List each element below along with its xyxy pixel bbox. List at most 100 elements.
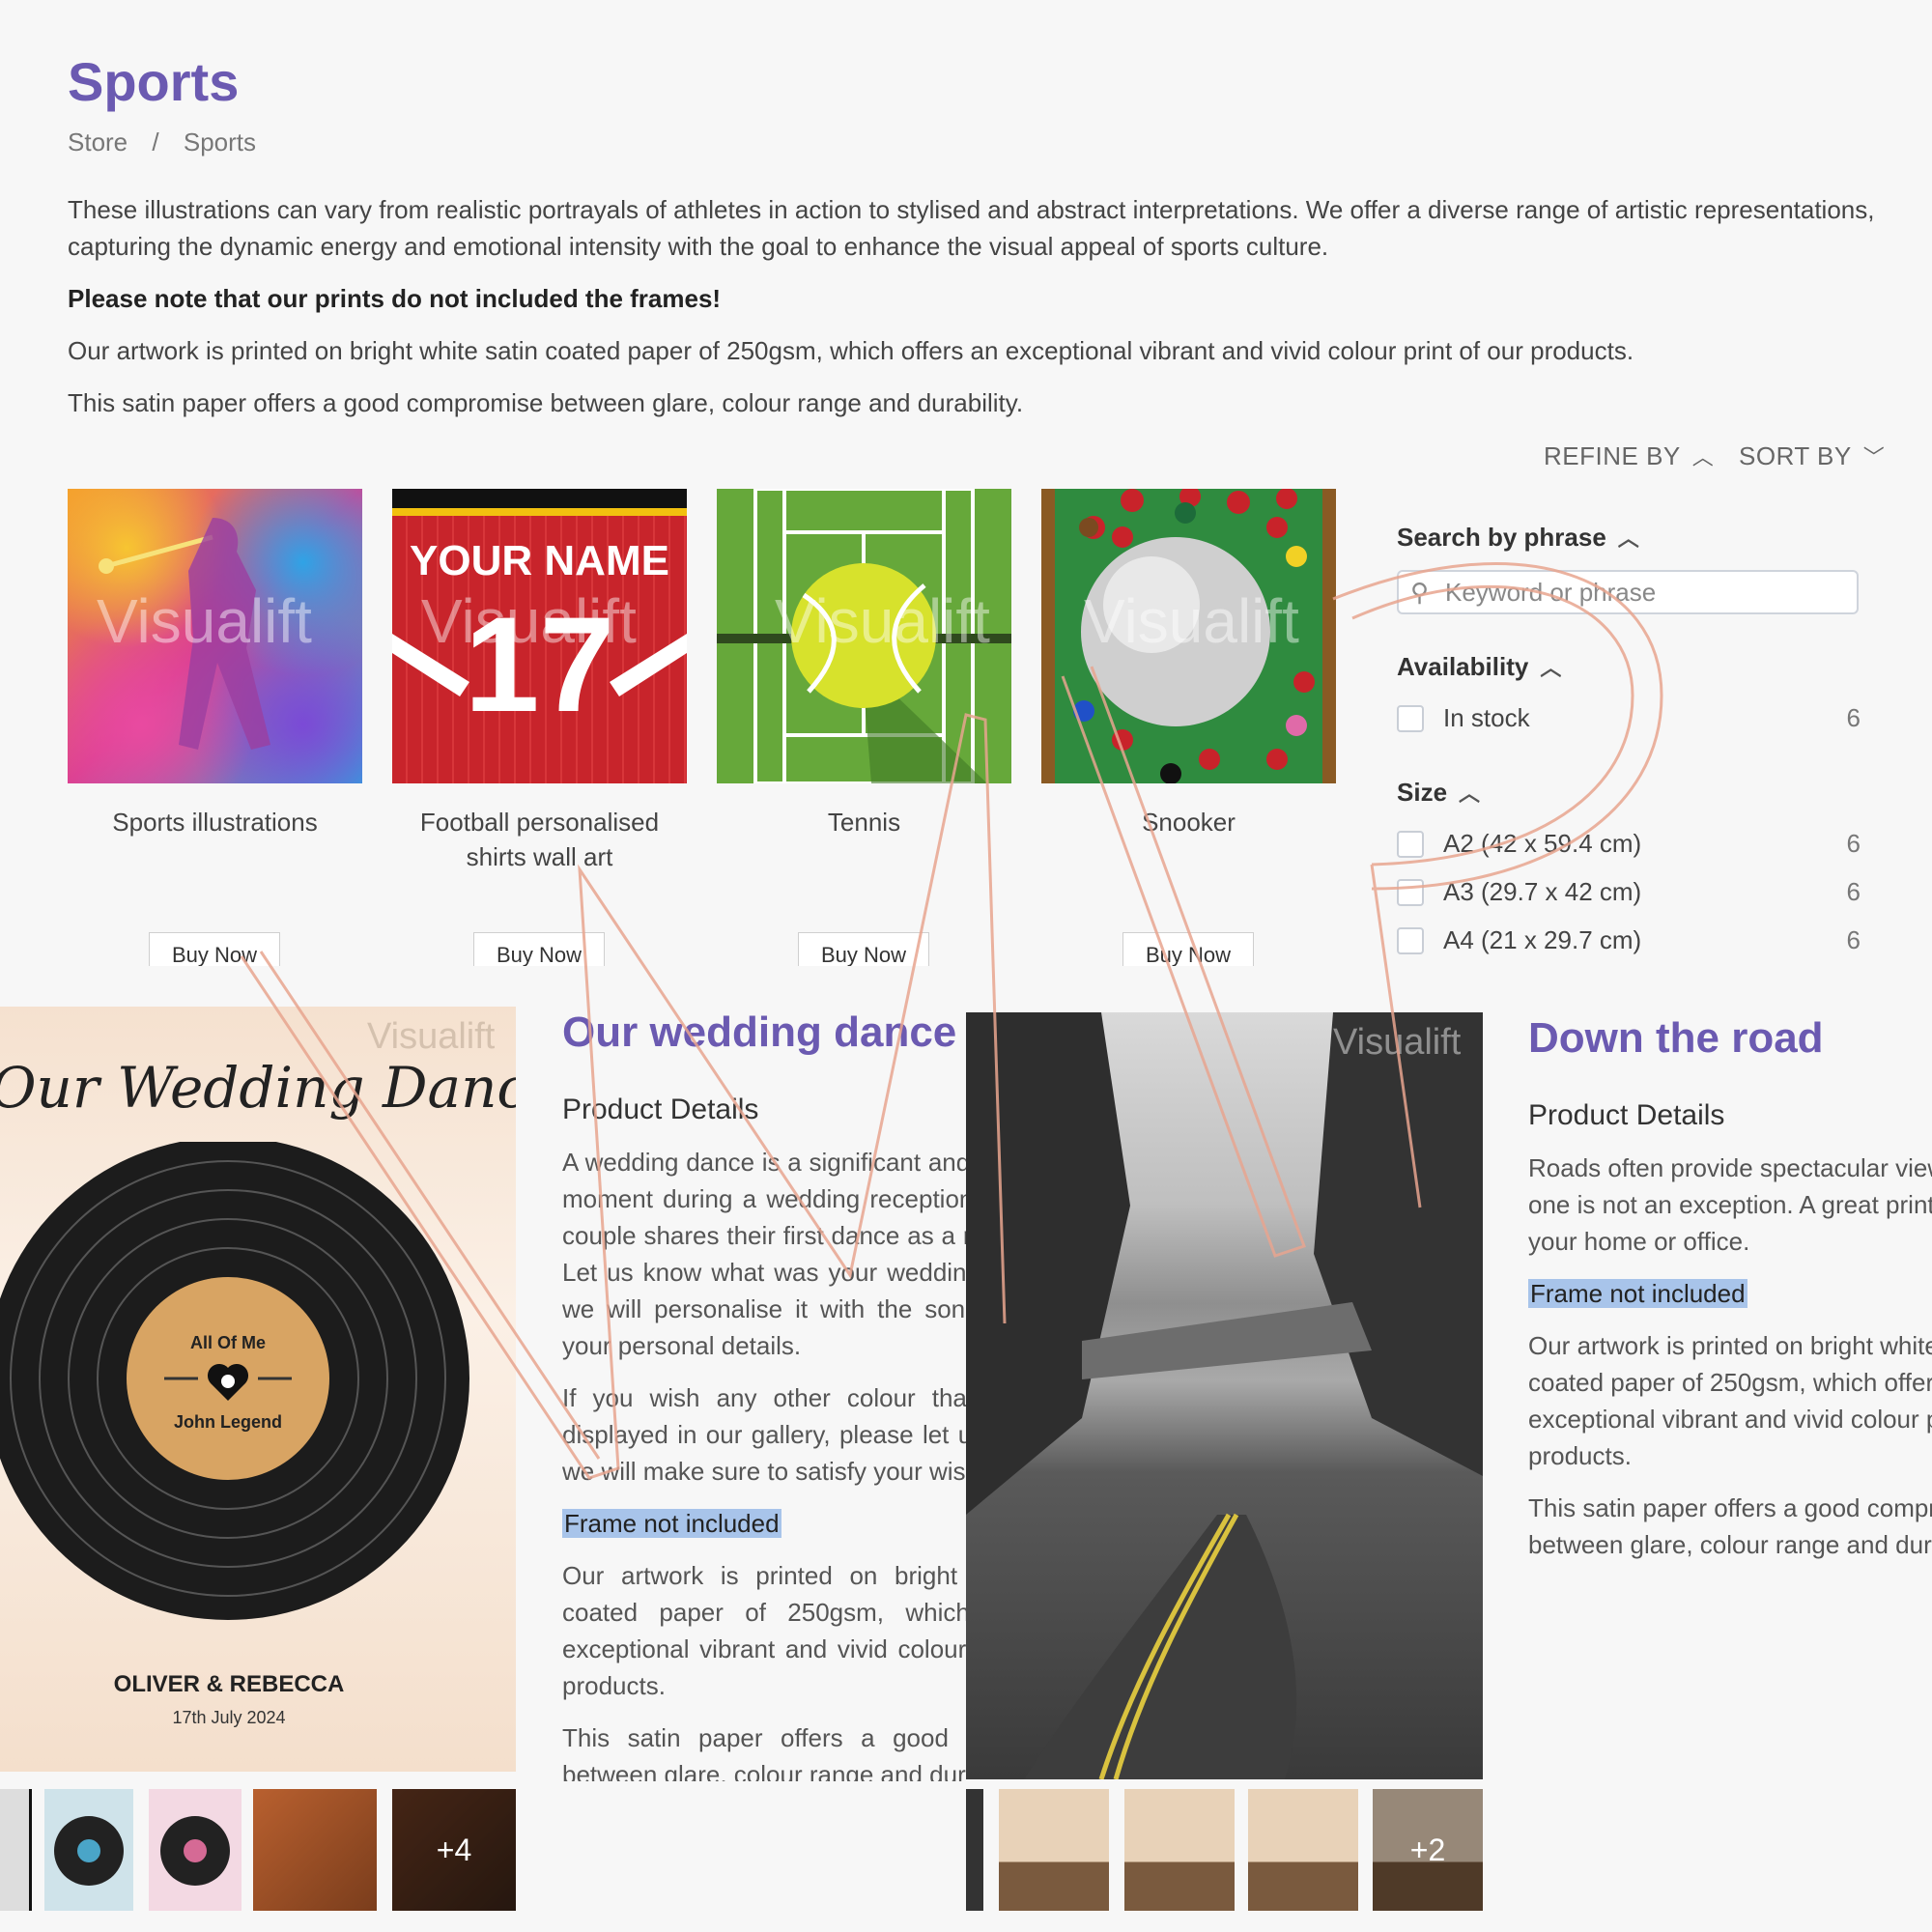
buy-now-button[interactable]: Buy Now	[149, 932, 280, 966]
checkbox[interactable]	[1397, 705, 1424, 732]
description-paragraph: Our artwork is printed on bright white s…	[1528, 1331, 1932, 1470]
product-image[interactable]: Visualift	[68, 489, 362, 783]
record-artist: John Legend	[174, 1412, 282, 1432]
sort-by-label: SORT BY	[1739, 441, 1852, 470]
product-caption[interactable]: Tennis	[717, 805, 1011, 839]
product-title: Our wedding dance	[562, 1009, 957, 1056]
store-page: Sports Store / Sports These illustration…	[0, 0, 1932, 966]
frame-not-included-label: Frame not included	[1528, 1279, 1747, 1308]
road-landscape	[966, 1012, 1483, 1779]
product-title: Down the road	[1528, 1014, 1824, 1062]
poster-date: 17th July 2024	[172, 1708, 286, 1727]
search-filter-heading[interactable]: Search by phrase ︿	[1397, 522, 1861, 553]
product-image[interactable]: Visualift	[1041, 489, 1336, 783]
product-card-football-shirts[interactable]: YOUR NAME 17 Visualift Football personal…	[392, 489, 687, 874]
search-icon: ⚲	[1410, 578, 1430, 607]
description-paragraph: A wedding dance is a significant and mem…	[562, 1148, 966, 1360]
watermark: Visualift	[97, 586, 312, 656]
sort-by-dropdown[interactable]: SORT BY ﹀	[1739, 440, 1885, 471]
gallery-thumbnail[interactable]	[44, 1789, 133, 1911]
option-count: 6	[1846, 829, 1861, 858]
option-label: A3 (29.7 x 42 cm)	[1443, 877, 1642, 906]
option-label: A2 (42 x 59.4 cm)	[1443, 829, 1642, 858]
record-song: All Of Me	[189, 1333, 266, 1352]
filter-panel: Search by phrase ︿ ⚲ Keyword or phrase Av…	[1397, 522, 1861, 966]
gallery-thumbnail[interactable]	[253, 1789, 377, 1911]
paper-paragraph: Our artwork is printed on bright white s…	[68, 336, 1634, 365]
breadcrumb-store[interactable]: Store	[68, 128, 128, 156]
thumbnail-record	[160, 1816, 230, 1886]
watermark: Visualift	[1333, 1022, 1462, 1063]
breadcrumb-separator: /	[152, 128, 159, 156]
description-paragraph: If you wish any other colour than the on…	[562, 1383, 966, 1486]
product-detail-strip: Our Wedding Dance All Of Me John Legend …	[0, 966, 1932, 1932]
product-caption[interactable]: Snooker	[1041, 805, 1336, 839]
category-description: These illustrations can vary from realis…	[68, 191, 1884, 437]
poster-script-title: Our Wedding Dance	[0, 1055, 516, 1121]
gallery-thumbnail-more[interactable]: +4	[392, 1789, 516, 1911]
satin-paragraph: This satin paper offers a good compromis…	[68, 388, 1024, 417]
checkbox[interactable]	[1397, 927, 1424, 954]
size-filter-heading[interactable]: Size ︿	[1397, 777, 1861, 808]
availability-filter-heading[interactable]: Availability ︿	[1397, 651, 1861, 682]
product-image[interactable]: YOUR NAME 17 Visualift	[392, 489, 687, 783]
watermark: Visualift	[775, 586, 990, 656]
search-input[interactable]: ⚲ Keyword or phrase	[1397, 570, 1859, 614]
option-count: 6	[1846, 925, 1861, 954]
chevron-down-icon: ﹀	[1862, 445, 1886, 469]
search-placeholder: Keyword or phrase	[1445, 578, 1657, 607]
chevron-up-icon: ︿	[1617, 526, 1639, 551]
product-card-snooker[interactable]: Visualift Snooker	[1041, 489, 1336, 839]
shirt-name: YOUR NAME	[410, 537, 669, 584]
chevron-up-icon: ︿	[1691, 445, 1715, 469]
breadcrumb-sports: Sports	[183, 128, 257, 156]
checkbox[interactable]	[1397, 831, 1424, 858]
product-card-sports-illustrations[interactable]: Visualift Sports illustrations	[68, 489, 362, 839]
gallery-thumbnail[interactable]	[966, 1789, 983, 1911]
option-count: 6	[1846, 703, 1861, 732]
buy-now-button[interactable]: Buy Now	[1122, 932, 1254, 966]
refine-by-toggle[interactable]: REFINE BY ︿	[1544, 440, 1714, 471]
road-photo-image[interactable]: Visualift	[966, 1012, 1483, 1779]
description-paragraph: This satin paper offers a good compromis…	[562, 1723, 966, 1781]
product-caption[interactable]: Football personalised shirts wall art	[392, 805, 687, 874]
buy-now-button[interactable]: Buy Now	[473, 932, 605, 966]
vinyl-record	[0, 1142, 469, 1620]
option-label: A4 (21 x 29.7 cm)	[1443, 925, 1642, 954]
option-label: In stock	[1443, 703, 1530, 732]
wedding-poster-image[interactable]: Our Wedding Dance All Of Me John Legend …	[0, 1007, 516, 1772]
product-details-heading: Product Details	[562, 1094, 759, 1125]
product-description: A wedding dance is a significant and mem…	[562, 1144, 966, 1781]
product-card-tennis[interactable]: Visualift Tennis	[717, 489, 1011, 839]
filter-option-in-stock[interactable]: In stock 6	[1397, 699, 1861, 748]
filter-option-a2[interactable]: A2 (42 x 59.4 cm) 6	[1397, 825, 1861, 873]
gallery-thumbnail[interactable]	[1124, 1789, 1235, 1911]
description-paragraph: This satin paper offers a good compromis…	[1528, 1493, 1932, 1559]
checkbox[interactable]	[1397, 879, 1424, 906]
gallery-thumbnail[interactable]	[999, 1789, 1109, 1911]
frames-note: Please note that our prints do not inclu…	[68, 284, 722, 313]
watermark: Visualift	[1084, 586, 1299, 656]
gallery-thumbnail[interactable]	[1248, 1789, 1358, 1911]
frame-not-included-label: Frame not included	[562, 1509, 781, 1538]
product-description: Roads often provide spectacular views an…	[1528, 1150, 1932, 1594]
page-title: Sports	[68, 51, 240, 112]
option-count: 6	[1846, 877, 1861, 906]
gallery-thumbnail-more[interactable]: +2	[1373, 1789, 1483, 1911]
gallery-thumbnail[interactable]	[149, 1789, 242, 1911]
description-paragraph: Roads often provide spectacular views an…	[1528, 1153, 1932, 1256]
watermark: Visualift	[367, 1016, 496, 1057]
breadcrumb: Store / Sports	[68, 128, 273, 157]
filter-option-a4[interactable]: A4 (21 x 29.7 cm) 6	[1397, 922, 1861, 966]
product-image[interactable]: Visualift	[717, 489, 1011, 783]
filter-option-a3[interactable]: A3 (29.7 x 42 cm) 6	[1397, 873, 1861, 922]
product-details-heading: Product Details	[1528, 1099, 1725, 1131]
description-paragraph: Our artwork is printed on bright white s…	[562, 1561, 966, 1700]
poster-names: OLIVER & REBECCA	[113, 1671, 345, 1697]
buy-now-button[interactable]: Buy Now	[798, 932, 929, 966]
gallery-thumbnail[interactable]	[0, 1789, 32, 1911]
chevron-up-icon: ︿	[1540, 656, 1562, 680]
thumbnail-record	[54, 1816, 124, 1886]
chevron-up-icon: ︿	[1459, 781, 1481, 806]
product-caption[interactable]: Sports illustrations	[68, 805, 362, 839]
